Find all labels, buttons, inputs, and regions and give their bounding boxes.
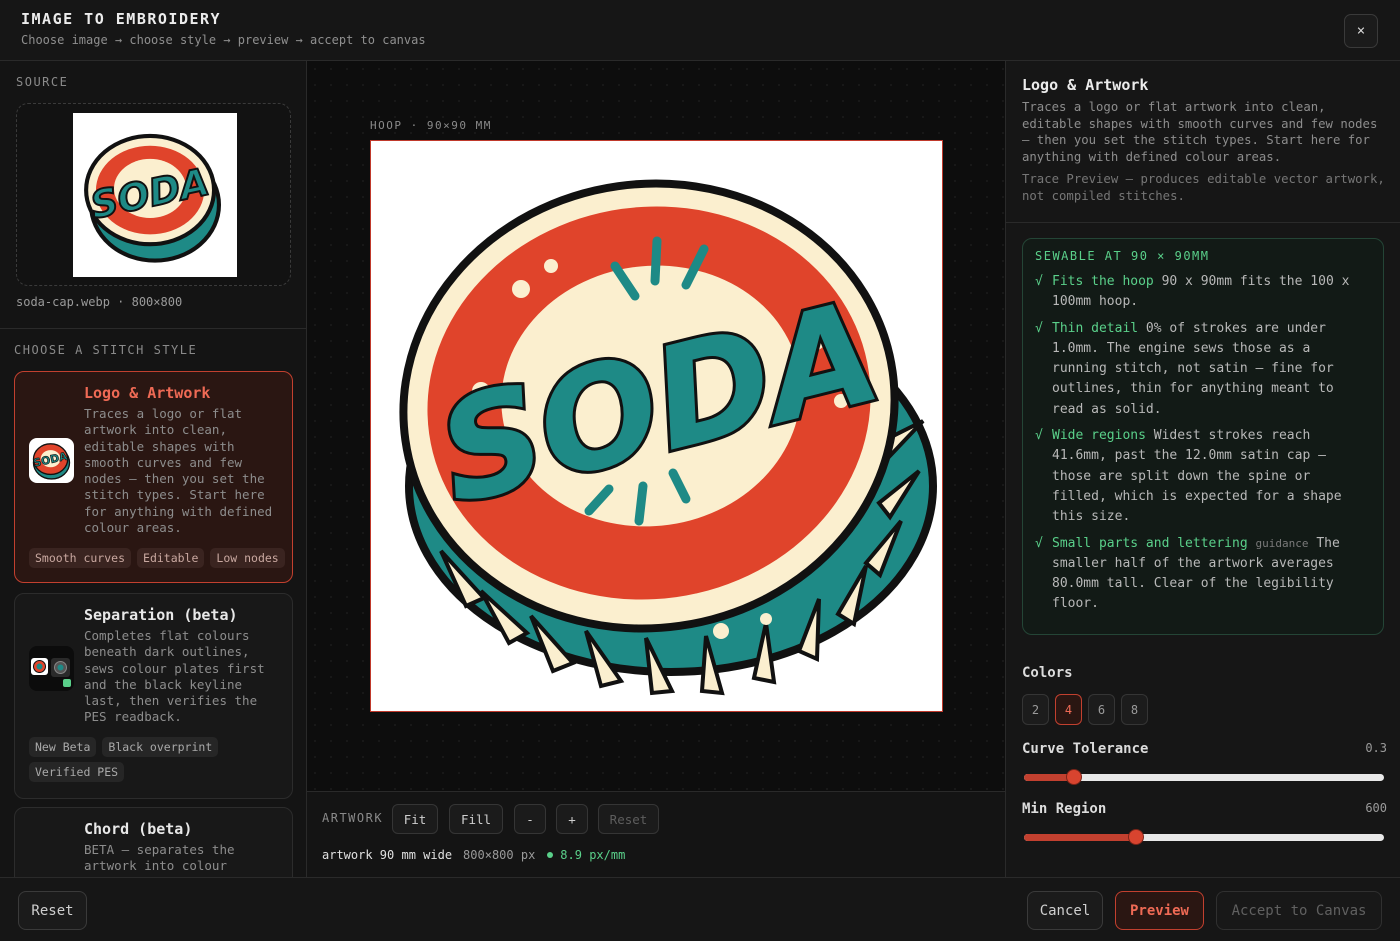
cancel-button[interactable]: Cancel: [1027, 891, 1103, 930]
soda-cap-artwork: SODA: [399, 179, 937, 696]
check-item: √ Small parts and lettering guidance The…: [1035, 534, 1371, 615]
source-dropzone[interactable]: SODA: [16, 103, 291, 286]
check-item: √ Thin detail 0% of strokes are under 1.…: [1035, 319, 1371, 420]
min-region-value: 600: [1365, 801, 1387, 815]
panel-title: Logo & Artwork: [1022, 76, 1149, 94]
check-icon: √: [1035, 274, 1043, 289]
panel-description: Traces a logo or flat artwork into clean…: [1022, 100, 1378, 164]
left-panel: SOURCE SODA soda-cap.webp · 800×800 CHOO…: [0, 61, 307, 877]
tag: Editable: [137, 548, 205, 568]
check-icon: √: [1035, 428, 1043, 444]
preview-button[interactable]: Preview: [1115, 891, 1204, 930]
slider-fill: [1024, 834, 1136, 841]
color-option-8[interactable]: 8: [1121, 694, 1148, 725]
color-option-6[interactable]: 6: [1088, 694, 1115, 725]
density-status-dot: [547, 852, 554, 858]
fill-button[interactable]: Fill: [449, 804, 503, 834]
check-tag: guidance: [1255, 536, 1309, 550]
panel-divider: [1006, 222, 1400, 223]
tag: Smooth curves: [29, 548, 132, 568]
style-card-title: Chord (beta): [84, 820, 193, 838]
colors-label: Colors: [1022, 665, 1073, 681]
slider-handle[interactable]: [1127, 829, 1144, 845]
canvas-area: HOOP · 90×90 MM SODA: [307, 61, 1005, 791]
check-title: Small parts and lettering: [1052, 535, 1248, 551]
soda-cap-icon: SODA: [32, 443, 71, 480]
artwork-density: 8.9 px/mm: [560, 848, 626, 862]
curve-tolerance-label: Curve Tolerance: [1022, 741, 1149, 757]
zoom-in-button[interactable]: +: [556, 804, 588, 834]
style-card-tags: Smooth curves Editable Low nodes: [29, 548, 289, 568]
dialog-header: IMAGE TO EMBROIDERY Choose image → choos…: [0, 0, 1400, 61]
close-icon: ×: [1356, 23, 1366, 39]
style-thumb-logo: SODA: [29, 438, 74, 483]
style-card-title: Logo & Artwork: [84, 384, 211, 402]
artwork-meta: artwork 90 mm wide 800×800 px 8.9 px/mm: [322, 848, 625, 862]
style-card-tags: New Beta Black overprint Verified PES: [29, 737, 289, 782]
min-region-slider[interactable]: [1024, 829, 1384, 845]
style-card-title: Separation (beta): [84, 606, 238, 624]
accept-to-canvas-button[interactable]: Accept to Canvas: [1216, 891, 1382, 930]
tag: New Beta: [29, 737, 97, 757]
artwork-label: ARTWORK: [322, 811, 384, 825]
panel-note: Trace Preview — produces editable vector…: [1022, 172, 1385, 203]
style-thumb-separation: [29, 646, 74, 691]
check-icon: √: [1035, 320, 1043, 336]
check-title: Fits the hoop: [1052, 274, 1154, 289]
color-option-2[interactable]: 2: [1022, 694, 1049, 725]
right-panel: Logo & Artwork Traces a logo or flat art…: [1005, 61, 1400, 877]
tag: Black overprint: [102, 737, 219, 757]
close-button[interactable]: ×: [1344, 14, 1378, 48]
curve-tolerance-slider[interactable]: [1024, 769, 1384, 785]
style-card-logo-artwork[interactable]: SODA Logo & Artwork Traces a logo or fla…: [14, 371, 293, 583]
sewable-heading: SEWABLE AT 90 × 90MM: [1035, 249, 1210, 263]
check-title: Wide regions: [1052, 428, 1146, 444]
dialog-title: IMAGE TO EMBROIDERY: [21, 10, 222, 28]
source-label: SOURCE: [16, 75, 69, 89]
color-option-4[interactable]: 4: [1055, 694, 1082, 725]
style-card-separation[interactable]: Separation (beta) Completes flat colours…: [14, 593, 293, 799]
artwork-width: artwork 90 mm wide: [322, 848, 453, 862]
check-item: √ Wide regions Widest strokes reach 41.6…: [1035, 426, 1371, 527]
hoop-canvas[interactable]: SODA: [370, 140, 943, 712]
reset-button[interactable]: Reset: [18, 891, 87, 930]
curve-tolerance-value: 0.3: [1365, 741, 1387, 755]
hoop-label: HOOP · 90×90 MM: [370, 119, 492, 132]
check-title: Thin detail: [1052, 320, 1139, 336]
artwork-pixels: 800×800 px: [463, 848, 536, 862]
dialog-footer: Reset Cancel Preview Accept to Canvas: [0, 877, 1400, 941]
min-region-label: Min Region: [1022, 801, 1107, 817]
left-divider: [0, 328, 306, 329]
source-thumbnail: SODA: [73, 113, 237, 277]
soda-cap-icon: SODA: [84, 133, 222, 263]
style-card-desc: Completes flat colours beneath dark outl…: [84, 628, 265, 725]
zoom-out-button[interactable]: -: [514, 804, 546, 834]
style-card-desc: BETA — separates the artwork into colour: [84, 842, 235, 874]
dialog-subtitle: Choose image → choose style → preview → …: [21, 33, 426, 47]
style-card-chord[interactable]: Chord (beta) BETA — separates the artwor…: [14, 807, 293, 877]
style-card-desc: Traces a logo or flat artwork into clean…: [84, 406, 273, 536]
slider-handle[interactable]: [1066, 769, 1083, 785]
tag: Verified PES: [29, 762, 125, 782]
sewable-report: SEWABLE AT 90 × 90MM √ Fits the hoop 90 …: [1022, 238, 1384, 635]
check-icon: √: [1035, 535, 1043, 551]
check-item: √ Fits the hoop 90 x 90mm fits the 100 x…: [1035, 272, 1371, 313]
separation-preview-icon: [31, 658, 71, 687]
stitch-style-label: CHOOSE A STITCH STYLE: [14, 343, 198, 357]
source-filename: soda-cap.webp · 800×800: [16, 295, 183, 309]
tag: Low nodes: [210, 548, 285, 568]
fit-button[interactable]: Fit: [392, 804, 438, 834]
color-count-options: 2 4 6 8: [1022, 694, 1148, 725]
artwork-toolbar: ARTWORK Fit Fill - + Reset artwork 90 mm…: [307, 791, 1005, 877]
reset-zoom-button[interactable]: Reset: [598, 804, 659, 834]
